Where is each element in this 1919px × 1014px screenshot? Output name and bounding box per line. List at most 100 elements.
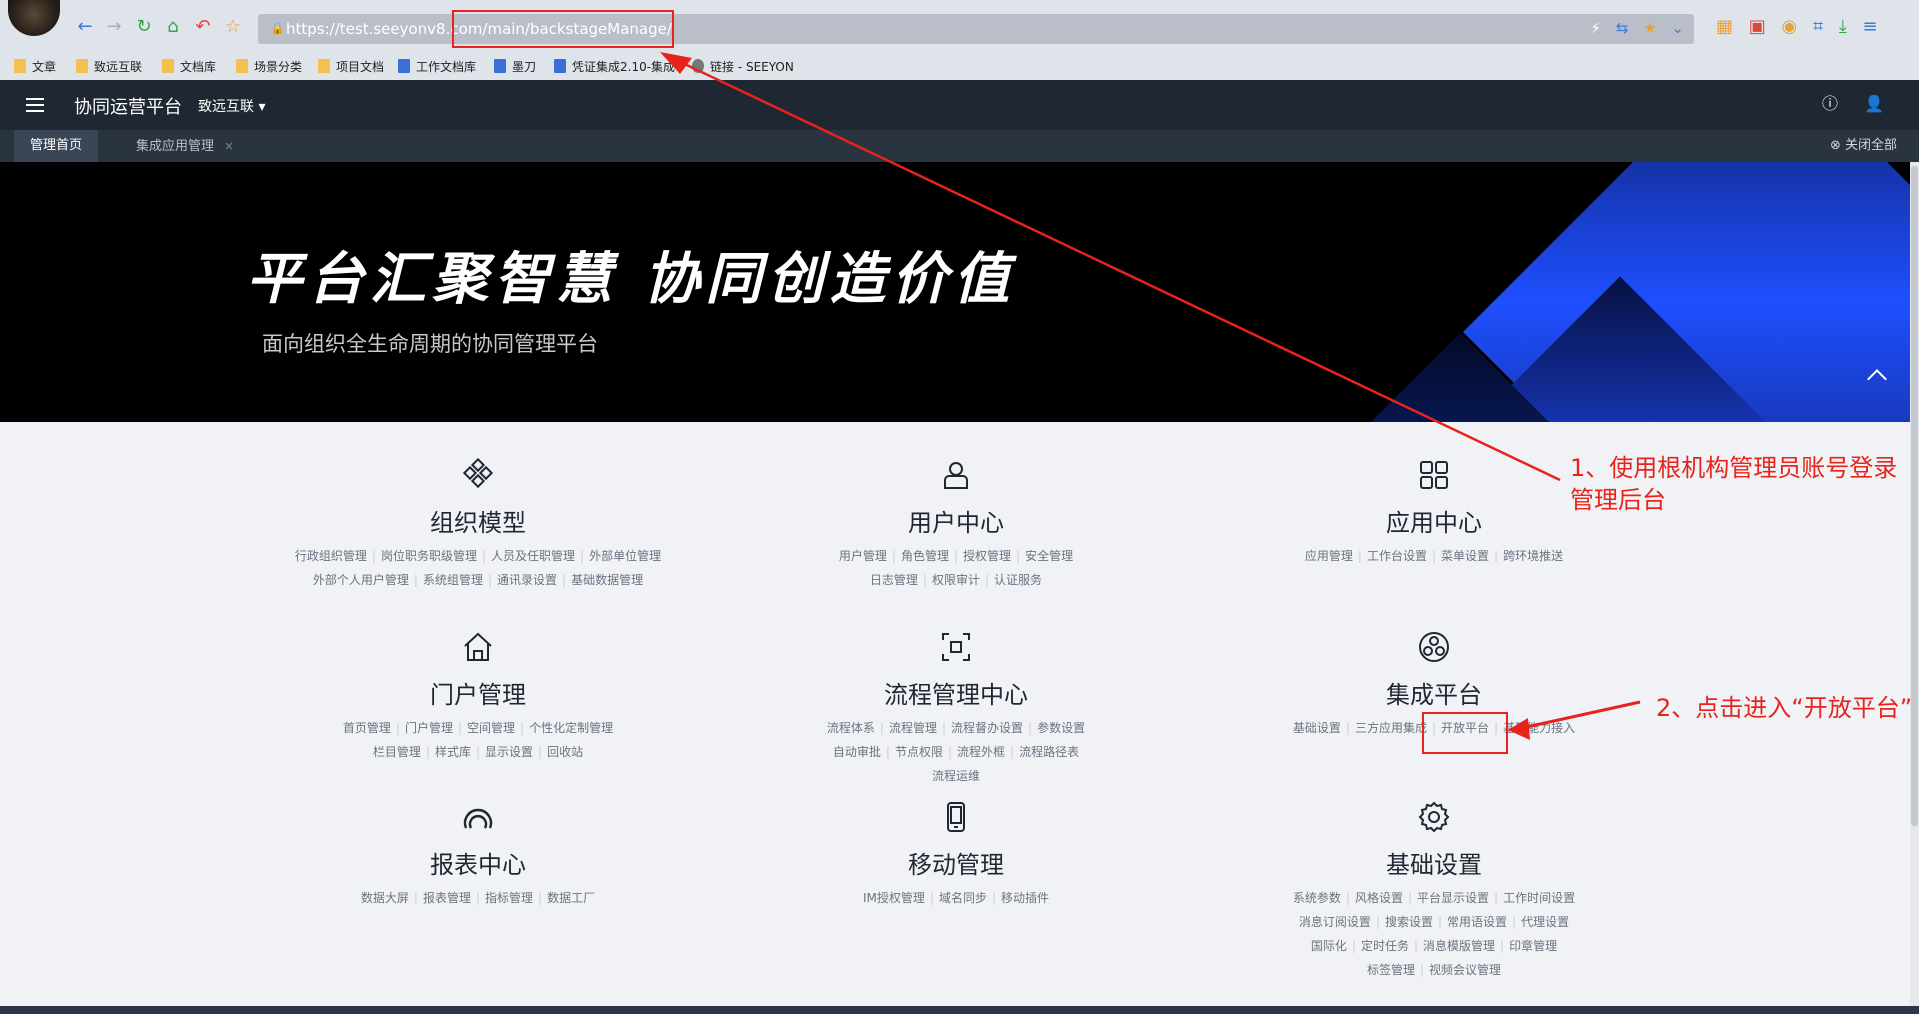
bookmark-item[interactable]: 文档库: [162, 58, 216, 75]
tab-integration-app-mgmt[interactable]: 集成应用管理 ×: [120, 130, 250, 162]
module-link[interactable]: 标签管理: [1367, 963, 1415, 977]
module-link[interactable]: 印章管理: [1509, 939, 1557, 953]
module-link[interactable]: 搜索设置: [1385, 915, 1433, 929]
menu-icon[interactable]: ≡: [1863, 16, 1878, 37]
module-link[interactable]: 国际化: [1311, 939, 1347, 953]
module-link[interactable]: 流程督办设置: [951, 721, 1023, 735]
page-scrollbar[interactable]: [1910, 162, 1919, 1014]
bookmark-item[interactable]: 场景分类: [236, 58, 302, 75]
module-link[interactable]: 通讯录设置: [497, 573, 557, 587]
module-link[interactable]: 基础设置: [1293, 721, 1341, 735]
user-icon[interactable]: 👤: [1864, 94, 1884, 114]
close-all-button[interactable]: ⊗ 关闭全部: [1830, 130, 1897, 162]
undo-icon[interactable]: ↶: [192, 16, 214, 38]
module-basic-settings[interactable]: 基础设置 系统参数 | 风格设置 | 平台显示设置 | 工作时间设置 消息订阅设置 | 搜索设置…: [1224, 800, 1644, 982]
forward-icon[interactable]: →: [103, 16, 125, 38]
back-icon[interactable]: ←: [74, 16, 96, 38]
module-link[interactable]: 行政组织管理: [295, 549, 367, 563]
module-link[interactable]: 工作台设置: [1367, 549, 1427, 563]
module-link[interactable]: 三方应用集成: [1355, 721, 1427, 735]
module-link[interactable]: 移动插件: [1001, 891, 1049, 905]
module-link[interactable]: 消息模版管理: [1423, 939, 1495, 953]
module-link[interactable]: 空间管理: [467, 721, 515, 735]
module-link[interactable]: 菜单设置: [1441, 549, 1489, 563]
module-link[interactable]: 报表管理: [423, 891, 471, 905]
favorite-icon[interactable]: ★: [1643, 19, 1656, 37]
module-link[interactable]: 视频会议管理: [1429, 963, 1501, 977]
bookmark-item[interactable]: 墨刀: [494, 58, 536, 75]
bookmark-item[interactable]: 工作文档库: [398, 58, 476, 75]
module-link[interactable]: 流程路径表: [1019, 745, 1079, 759]
module-link[interactable]: 岗位职务职级管理: [381, 549, 477, 563]
info-icon[interactable]: ⓘ: [1820, 94, 1840, 114]
module-link[interactable]: 流程外框: [957, 745, 1005, 759]
close-icon[interactable]: ×: [224, 139, 234, 153]
module-report-center[interactable]: 报表中心 数据大屏 | 报表管理 | 指标管理 | 数据工厂: [268, 800, 688, 910]
extension-icon[interactable]: ◉: [1782, 16, 1798, 37]
chevron-down-icon[interactable]: ⌄: [1671, 19, 1684, 37]
module-link[interactable]: 参数设置: [1037, 721, 1085, 735]
module-link[interactable]: 外部单位管理: [589, 549, 661, 563]
pdf-icon[interactable]: ▣: [1749, 16, 1766, 37]
module-user-center[interactable]: 用户中心 用户管理 | 角色管理 | 授权管理 | 安全管理 日志管理 | 权限审计 | 认证服务: [746, 458, 1166, 592]
module-link[interactable]: 跨环境推送: [1503, 549, 1563, 563]
module-portal[interactable]: 门户管理 首页管理 | 门户管理 | 空间管理 | 个性化定制管理 栏目管理 | 样式库 | 显示设…: [268, 630, 688, 764]
module-mobile-management[interactable]: 移动管理 IM授权管理 | 域名同步 | 移动插件: [746, 800, 1166, 910]
module-link[interactable]: 首页管理: [343, 721, 391, 735]
module-process-center[interactable]: 流程管理中心 流程体系 | 流程管理 | 流程督办设置 | 参数设置 自动审批 | 节点权限 | 流…: [746, 630, 1166, 788]
module-link[interactable]: 节点权限: [895, 745, 943, 759]
module-link[interactable]: 数据大屏: [361, 891, 409, 905]
module-link[interactable]: 权限审计: [932, 573, 980, 587]
hamburger-menu-icon[interactable]: [26, 98, 44, 112]
module-link[interactable]: 系统参数: [1293, 891, 1341, 905]
module-link[interactable]: 角色管理: [901, 549, 949, 563]
browser-profile-avatar[interactable]: [8, 0, 60, 36]
module-link[interactable]: 用户管理: [839, 549, 887, 563]
org-selector[interactable]: 致远互联 ▾: [198, 96, 265, 116]
bookmark-item[interactable]: 链接 - SEEYON: [692, 58, 794, 75]
module-link[interactable]: 基础数据管理: [571, 573, 643, 587]
bookmark-item[interactable]: 凭证集成2.10-集成: [554, 58, 675, 75]
refresh-icon[interactable]: ↻: [133, 16, 155, 38]
download-icon[interactable]: ⤓: [1839, 16, 1847, 37]
apps-icon[interactable]: ▦: [1716, 16, 1733, 37]
tab-admin-home[interactable]: 管理首页: [14, 130, 99, 162]
module-link[interactable]: 授权管理: [963, 549, 1011, 563]
module-link[interactable]: 基础能力接入: [1503, 721, 1575, 735]
module-org-model[interactable]: 组织模型 行政组织管理 | 岗位职务职级管理 | 人员及任职管理 | 外部单位管理 外部个人…: [268, 457, 688, 592]
module-link[interactable]: 流程体系: [827, 721, 875, 735]
module-link[interactable]: 常用语设置: [1447, 915, 1507, 929]
module-link[interactable]: 风格设置: [1355, 891, 1403, 905]
module-link[interactable]: 外部个人用户管理: [313, 573, 409, 587]
module-link[interactable]: 流程管理: [889, 721, 937, 735]
module-link[interactable]: 指标管理: [485, 891, 533, 905]
module-link[interactable]: 门户管理: [405, 721, 453, 735]
lightning-icon[interactable]: ⚡: [1591, 19, 1602, 37]
share-icon[interactable]: ⇆: [1616, 19, 1629, 37]
module-link[interactable]: 代理设置: [1521, 915, 1569, 929]
module-link[interactable]: 平台显示设置: [1417, 891, 1489, 905]
module-link[interactable]: 数据工厂: [547, 891, 595, 905]
module-link[interactable]: 显示设置: [485, 745, 533, 759]
module-link[interactable]: 人员及任职管理: [491, 549, 575, 563]
module-link[interactable]: 栏目管理: [373, 745, 421, 759]
module-link[interactable]: 安全管理: [1025, 549, 1073, 563]
module-link[interactable]: 消息订阅设置: [1299, 915, 1371, 929]
bookmark-item[interactable]: 文章: [14, 58, 56, 75]
home-icon[interactable]: ⌂: [162, 16, 184, 38]
module-link[interactable]: 自动审批: [833, 745, 881, 759]
module-link[interactable]: 个性化定制管理: [529, 721, 613, 735]
module-link[interactable]: 回收站: [547, 745, 583, 759]
scroll-thumb[interactable]: [1911, 166, 1918, 826]
module-link[interactable]: IM授权管理: [863, 891, 925, 905]
module-link[interactable]: 流程运维: [932, 769, 980, 783]
module-link[interactable]: 域名同步: [939, 891, 987, 905]
crop-icon[interactable]: ⌗: [1813, 16, 1823, 37]
bookmark-item[interactable]: 致远互联: [76, 58, 142, 75]
module-link[interactable]: 日志管理: [870, 573, 918, 587]
module-link[interactable]: 系统组管理: [423, 573, 483, 587]
module-link[interactable]: 样式库: [435, 745, 471, 759]
module-link[interactable]: 工作时间设置: [1503, 891, 1575, 905]
module-link[interactable]: 认证服务: [994, 573, 1042, 587]
star-icon[interactable]: ☆: [222, 16, 244, 38]
